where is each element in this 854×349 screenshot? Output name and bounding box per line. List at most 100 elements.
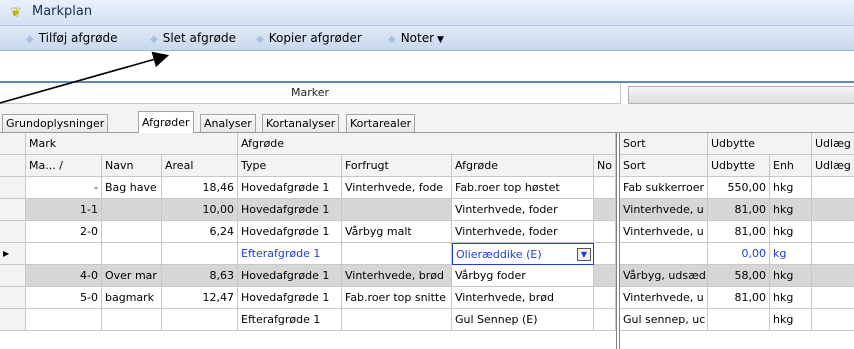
cell-udlaeg[interactable] xyxy=(812,221,854,243)
cell-forfrugt[interactable] xyxy=(342,199,452,221)
cell-forfrugt[interactable]: Fab.roer top snitte xyxy=(342,287,452,309)
col-header-ma[interactable]: Ma... / xyxy=(26,155,102,177)
col-header-udbytte[interactable]: Udbytte xyxy=(708,155,770,177)
cell-udbytte[interactable]: 81,00 xyxy=(708,287,770,309)
cell-sort[interactable]: Gul sennep, uc xyxy=(620,309,708,331)
cell-enh[interactable]: hkg xyxy=(770,287,812,309)
cell-udbytte[interactable] xyxy=(708,309,770,331)
cell-ma[interactable]: 1-1 xyxy=(26,199,102,221)
cell-type[interactable]: Hovedafgrøde 1 xyxy=(238,177,342,199)
row-selector[interactable] xyxy=(0,287,26,309)
cell-forfrugt[interactable] xyxy=(342,309,452,331)
tab-kortarealer[interactable]: Kortarealer xyxy=(346,114,416,132)
cell-ma[interactable]: 5-0 xyxy=(26,287,102,309)
cell-udlaeg[interactable] xyxy=(812,177,854,199)
cell-afgrode[interactable]: Olieræddike (E) ▼ xyxy=(452,243,594,265)
cell-type[interactable]: Hovedafgrøde 1 xyxy=(238,287,342,309)
cell-type[interactable]: Efterafgrøde 1 xyxy=(238,243,342,265)
cell-sort[interactable]: Vinterhvede, u xyxy=(620,199,708,221)
cell-udlaeg[interactable] xyxy=(812,309,854,331)
cell-ma[interactable]: 2-0 xyxy=(26,221,102,243)
cell-navn[interactable] xyxy=(102,221,162,243)
col-header-navn[interactable]: Navn xyxy=(102,155,162,177)
cell-afgrode[interactable]: Vinterhvede, foder xyxy=(452,199,594,221)
row-selector[interactable] xyxy=(0,199,26,221)
cell-no[interactable] xyxy=(594,287,616,309)
cell-udbytte[interactable]: 81,00 xyxy=(708,221,770,243)
row-selector[interactable] xyxy=(0,265,26,287)
cell-navn[interactable]: Over mar xyxy=(102,265,162,287)
col-header-enh[interactable]: Enh xyxy=(770,155,812,177)
col-header-areal[interactable]: Areal xyxy=(162,155,238,177)
tab-kortanalyser[interactable]: Kortanalyser xyxy=(262,114,340,132)
cell-udlaeg[interactable] xyxy=(812,265,854,287)
cell-sort[interactable]: Vinterhvede, u xyxy=(620,221,708,243)
cell-sort[interactable]: Vinterhvede, u xyxy=(620,287,708,309)
row-selector[interactable] xyxy=(0,309,26,331)
cell-areal[interactable]: 10,00 xyxy=(162,199,238,221)
cell-areal[interactable]: 6,24 xyxy=(162,221,238,243)
cell-ma[interactable] xyxy=(26,309,102,331)
tab-analyser[interactable]: Analyser xyxy=(200,114,256,132)
cell-forfrugt[interactable]: Vårbyg malt xyxy=(342,221,452,243)
col-header-forfrugt[interactable]: Forfrugt xyxy=(342,155,452,177)
crop-grid[interactable]: Mark Afgrøde Sort Udbytte Udlæg Ma... / … xyxy=(0,133,854,349)
cell-udbytte[interactable]: 550,00 xyxy=(708,177,770,199)
cell-udlaeg[interactable] xyxy=(812,287,854,309)
cell-areal[interactable]: 8,63 xyxy=(162,265,238,287)
cell-navn[interactable]: Bag have xyxy=(102,177,162,199)
cell-afgrode[interactable]: Gul Sennep (E) xyxy=(452,309,594,331)
cell-sort[interactable]: Vårbyg, udsæd xyxy=(620,265,708,287)
cell-navn[interactable]: bagmark xyxy=(102,287,162,309)
row-selector[interactable] xyxy=(0,221,26,243)
cell-udbytte[interactable]: 81,00 xyxy=(708,199,770,221)
row-selector[interactable] xyxy=(0,177,26,199)
cell-forfrugt[interactable]: Vinterhvede, fode xyxy=(342,177,452,199)
notes-menu-button[interactable]: ◆ Noter ▼ xyxy=(388,30,444,46)
cell-type[interactable]: Hovedafgrøde 1 xyxy=(238,265,342,287)
cell-no[interactable] xyxy=(594,199,616,221)
cell-no[interactable] xyxy=(594,221,616,243)
cell-afgrode[interactable]: Vinterhvede, foder xyxy=(452,221,594,243)
cell-areal[interactable]: 12,47 xyxy=(162,287,238,309)
cell-udlaeg[interactable] xyxy=(812,199,854,221)
cell-forfrugt[interactable]: Vinterhvede, brød xyxy=(342,265,452,287)
cell-afgrode[interactable]: Vinterhvede, brød xyxy=(452,287,594,309)
add-crop-button[interactable]: ◆ Tilføj afgrøde xyxy=(26,30,118,46)
cell-ma[interactable]: - xyxy=(26,177,102,199)
cell-areal[interactable]: 18,46 xyxy=(162,177,238,199)
cell-no[interactable] xyxy=(594,309,616,331)
cell-udlaeg[interactable] xyxy=(812,243,854,265)
dropdown-button[interactable]: ▼ xyxy=(577,248,591,261)
cell-enh[interactable]: kg xyxy=(770,243,812,265)
col-header-type[interactable]: Type xyxy=(238,155,342,177)
cell-type[interactable]: Hovedafgrøde 1 xyxy=(238,199,342,221)
delete-crop-button[interactable]: ◆ Slet afgrøde xyxy=(150,30,236,46)
tab-grundoplysninger[interactable]: Grundoplysninger xyxy=(2,114,109,132)
tab-afgroder[interactable]: Afgrøder xyxy=(138,111,194,133)
copy-crops-button[interactable]: ◆ Kopier afgrøder xyxy=(256,30,362,46)
cell-enh[interactable]: hkg xyxy=(770,177,812,199)
cell-type[interactable]: Hovedafgrøde 1 xyxy=(238,221,342,243)
cell-sort[interactable]: Fab sukkerroer xyxy=(620,177,708,199)
cell-navn[interactable] xyxy=(102,199,162,221)
cell-ma[interactable]: 4-0 xyxy=(26,265,102,287)
col-header-no[interactable]: No xyxy=(594,155,616,177)
cell-enh[interactable]: hkg xyxy=(770,309,812,331)
cell-no[interactable] xyxy=(594,243,616,265)
col-header-sort[interactable]: Sort xyxy=(620,155,708,177)
col-header-afgrode[interactable]: Afgrøde xyxy=(452,155,594,177)
cell-navn[interactable] xyxy=(102,309,162,331)
cell-no[interactable] xyxy=(594,177,616,199)
cell-navn[interactable] xyxy=(102,243,162,265)
cell-ma[interactable] xyxy=(26,243,102,265)
cell-enh[interactable]: hkg xyxy=(770,265,812,287)
cell-areal[interactable] xyxy=(162,243,238,265)
row-selector[interactable]: ▶ xyxy=(0,243,26,265)
col-header-udlaeg[interactable]: Udlæg xyxy=(812,155,854,177)
cell-type[interactable]: Efterafgrøde 1 xyxy=(238,309,342,331)
cell-no[interactable] xyxy=(594,265,616,287)
cell-udbytte[interactable]: 0,00 xyxy=(708,243,770,265)
cell-afgrode[interactable]: Fab.roer top høstet xyxy=(452,177,594,199)
cell-udbytte[interactable]: 58,00 xyxy=(708,265,770,287)
